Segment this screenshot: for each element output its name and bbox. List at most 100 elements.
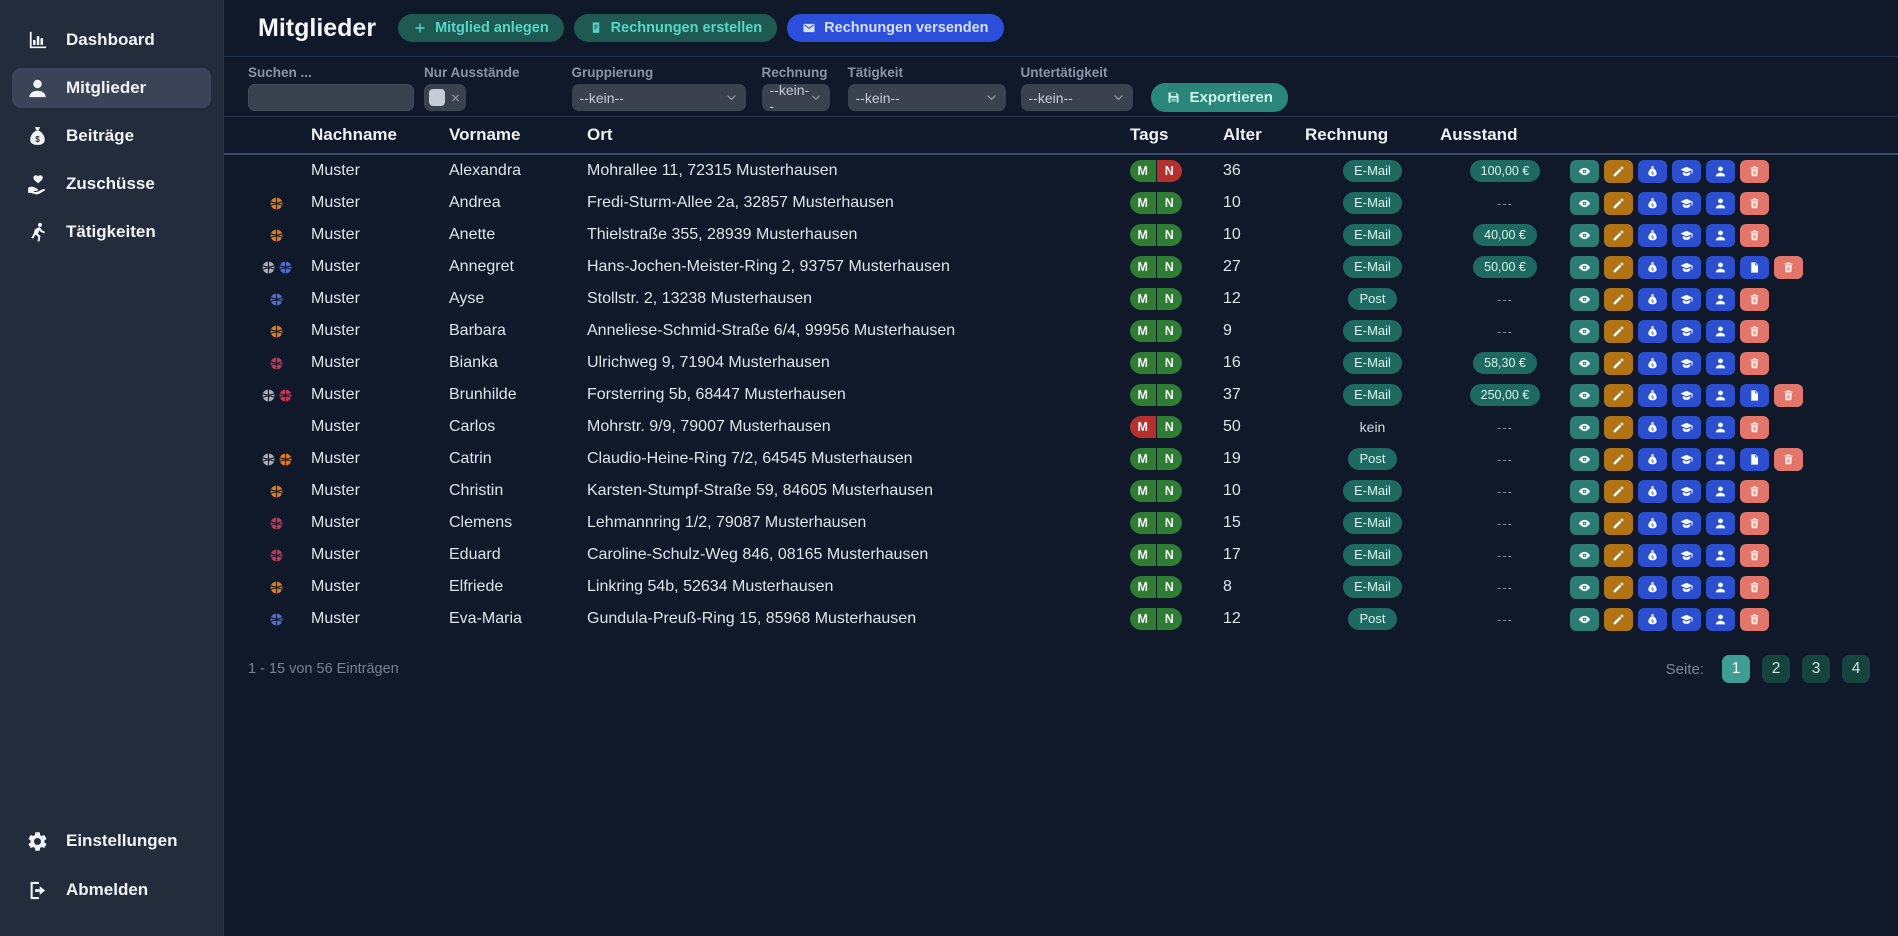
membership-button[interactable]	[1706, 352, 1735, 375]
membership-button[interactable]	[1706, 160, 1735, 183]
mitglied-anlegen-button[interactable]: Mitglied anlegen	[398, 14, 564, 42]
view-button[interactable]	[1570, 288, 1599, 311]
view-button[interactable]	[1570, 416, 1599, 439]
invoice-document-button[interactable]	[1740, 384, 1769, 407]
column-header-nachname[interactable]: Nachname	[311, 125, 449, 145]
view-button[interactable]	[1570, 224, 1599, 247]
page-button-2[interactable]: 2	[1762, 655, 1790, 683]
edit-button[interactable]	[1604, 224, 1633, 247]
membership-button[interactable]	[1706, 512, 1735, 535]
contributions-button[interactable]: $	[1638, 416, 1667, 439]
delete-button[interactable]	[1774, 448, 1803, 471]
view-button[interactable]	[1570, 448, 1599, 471]
trainings-button[interactable]	[1672, 352, 1701, 375]
column-header-vorname[interactable]: Vorname	[449, 125, 587, 145]
delete-button[interactable]	[1740, 192, 1769, 215]
invoice-document-button[interactable]	[1740, 448, 1769, 471]
column-header-ausstand[interactable]: Ausstand	[1440, 125, 1570, 145]
contributions-button[interactable]: $	[1638, 224, 1667, 247]
page-button-4[interactable]: 4	[1842, 655, 1870, 683]
sidebar-item-einstellungen[interactable]: Einstellungen	[12, 821, 211, 861]
page-button-3[interactable]: 3	[1802, 655, 1830, 683]
contributions-button[interactable]: $	[1638, 448, 1667, 471]
delete-button[interactable]	[1740, 416, 1769, 439]
delete-button[interactable]	[1740, 576, 1769, 599]
membership-button[interactable]	[1706, 448, 1735, 471]
trainings-button[interactable]	[1672, 384, 1701, 407]
membership-button[interactable]	[1706, 192, 1735, 215]
export-button[interactable]: Exportieren	[1151, 83, 1288, 112]
membership-button[interactable]	[1706, 576, 1735, 599]
view-button[interactable]	[1570, 544, 1599, 567]
contributions-button[interactable]: $	[1638, 192, 1667, 215]
arrears-checkbox-group[interactable]	[424, 84, 466, 111]
edit-button[interactable]	[1604, 192, 1633, 215]
trainings-button[interactable]	[1672, 192, 1701, 215]
contributions-button[interactable]: $	[1638, 256, 1667, 279]
sidebar-item-mitglieder[interactable]: Mitglieder	[12, 68, 211, 108]
view-button[interactable]	[1570, 384, 1599, 407]
page-button-1[interactable]: 1	[1722, 655, 1750, 683]
trainings-button[interactable]	[1672, 224, 1701, 247]
membership-button[interactable]	[1706, 256, 1735, 279]
column-header-rechnung[interactable]: Rechnung	[1305, 125, 1440, 145]
column-header-alter[interactable]: Alter	[1223, 125, 1305, 145]
trainings-button[interactable]	[1672, 288, 1701, 311]
column-header-ort[interactable]: Ort	[587, 125, 1130, 145]
contributions-button[interactable]: $	[1638, 480, 1667, 503]
sidebar-item-beitraege[interactable]: $Beiträge	[12, 116, 211, 156]
contributions-button[interactable]: $	[1638, 288, 1667, 311]
membership-button[interactable]	[1706, 320, 1735, 343]
trainings-button[interactable]	[1672, 256, 1701, 279]
view-button[interactable]	[1570, 608, 1599, 631]
edit-button[interactable]	[1604, 320, 1633, 343]
trainings-button[interactable]	[1672, 480, 1701, 503]
search-input[interactable]	[248, 84, 414, 111]
sidebar-item-dashboard[interactable]: Dashboard	[12, 20, 211, 60]
contributions-button[interactable]: $	[1638, 160, 1667, 183]
sidebar-item-zuschuesse[interactable]: Zuschüsse	[12, 164, 211, 204]
delete-button[interactable]	[1740, 512, 1769, 535]
membership-button[interactable]	[1706, 480, 1735, 503]
view-button[interactable]	[1570, 192, 1599, 215]
view-button[interactable]	[1570, 352, 1599, 375]
delete-button[interactable]	[1774, 384, 1803, 407]
delete-button[interactable]	[1740, 224, 1769, 247]
membership-button[interactable]	[1706, 608, 1735, 631]
delete-button[interactable]	[1740, 160, 1769, 183]
rechnungen-erstellen-button[interactable]: Rechnungen erstellen	[574, 14, 777, 42]
contributions-button[interactable]: $	[1638, 352, 1667, 375]
contributions-button[interactable]: $	[1638, 512, 1667, 535]
contributions-button[interactable]: $	[1638, 384, 1667, 407]
edit-button[interactable]	[1604, 288, 1633, 311]
delete-button[interactable]	[1740, 480, 1769, 503]
column-header-tags[interactable]: Tags	[1130, 125, 1223, 145]
invoice-document-button[interactable]	[1740, 256, 1769, 279]
edit-button[interactable]	[1604, 512, 1633, 535]
trainings-button[interactable]	[1672, 448, 1701, 471]
sidebar-item-abmelden[interactable]: Abmelden	[12, 870, 211, 910]
edit-button[interactable]	[1604, 384, 1633, 407]
view-button[interactable]	[1570, 512, 1599, 535]
edit-button[interactable]	[1604, 608, 1633, 631]
contributions-button[interactable]: $	[1638, 320, 1667, 343]
delete-button[interactable]	[1740, 320, 1769, 343]
membership-button[interactable]	[1706, 224, 1735, 247]
edit-button[interactable]	[1604, 160, 1633, 183]
trainings-button[interactable]	[1672, 320, 1701, 343]
trainings-button[interactable]	[1672, 512, 1701, 535]
delete-button[interactable]	[1740, 288, 1769, 311]
view-button[interactable]	[1570, 320, 1599, 343]
delete-button[interactable]	[1740, 544, 1769, 567]
view-button[interactable]	[1570, 576, 1599, 599]
trainings-button[interactable]	[1672, 160, 1701, 183]
view-button[interactable]	[1570, 160, 1599, 183]
delete-button[interactable]	[1740, 352, 1769, 375]
delete-button[interactable]	[1740, 608, 1769, 631]
taetigkeit-select[interactable]: --kein--	[848, 84, 1006, 111]
gruppierung-select[interactable]: --kein--	[572, 84, 746, 111]
edit-button[interactable]	[1604, 480, 1633, 503]
edit-button[interactable]	[1604, 544, 1633, 567]
rechnung-select[interactable]: --kein--	[762, 84, 830, 111]
membership-button[interactable]	[1706, 544, 1735, 567]
